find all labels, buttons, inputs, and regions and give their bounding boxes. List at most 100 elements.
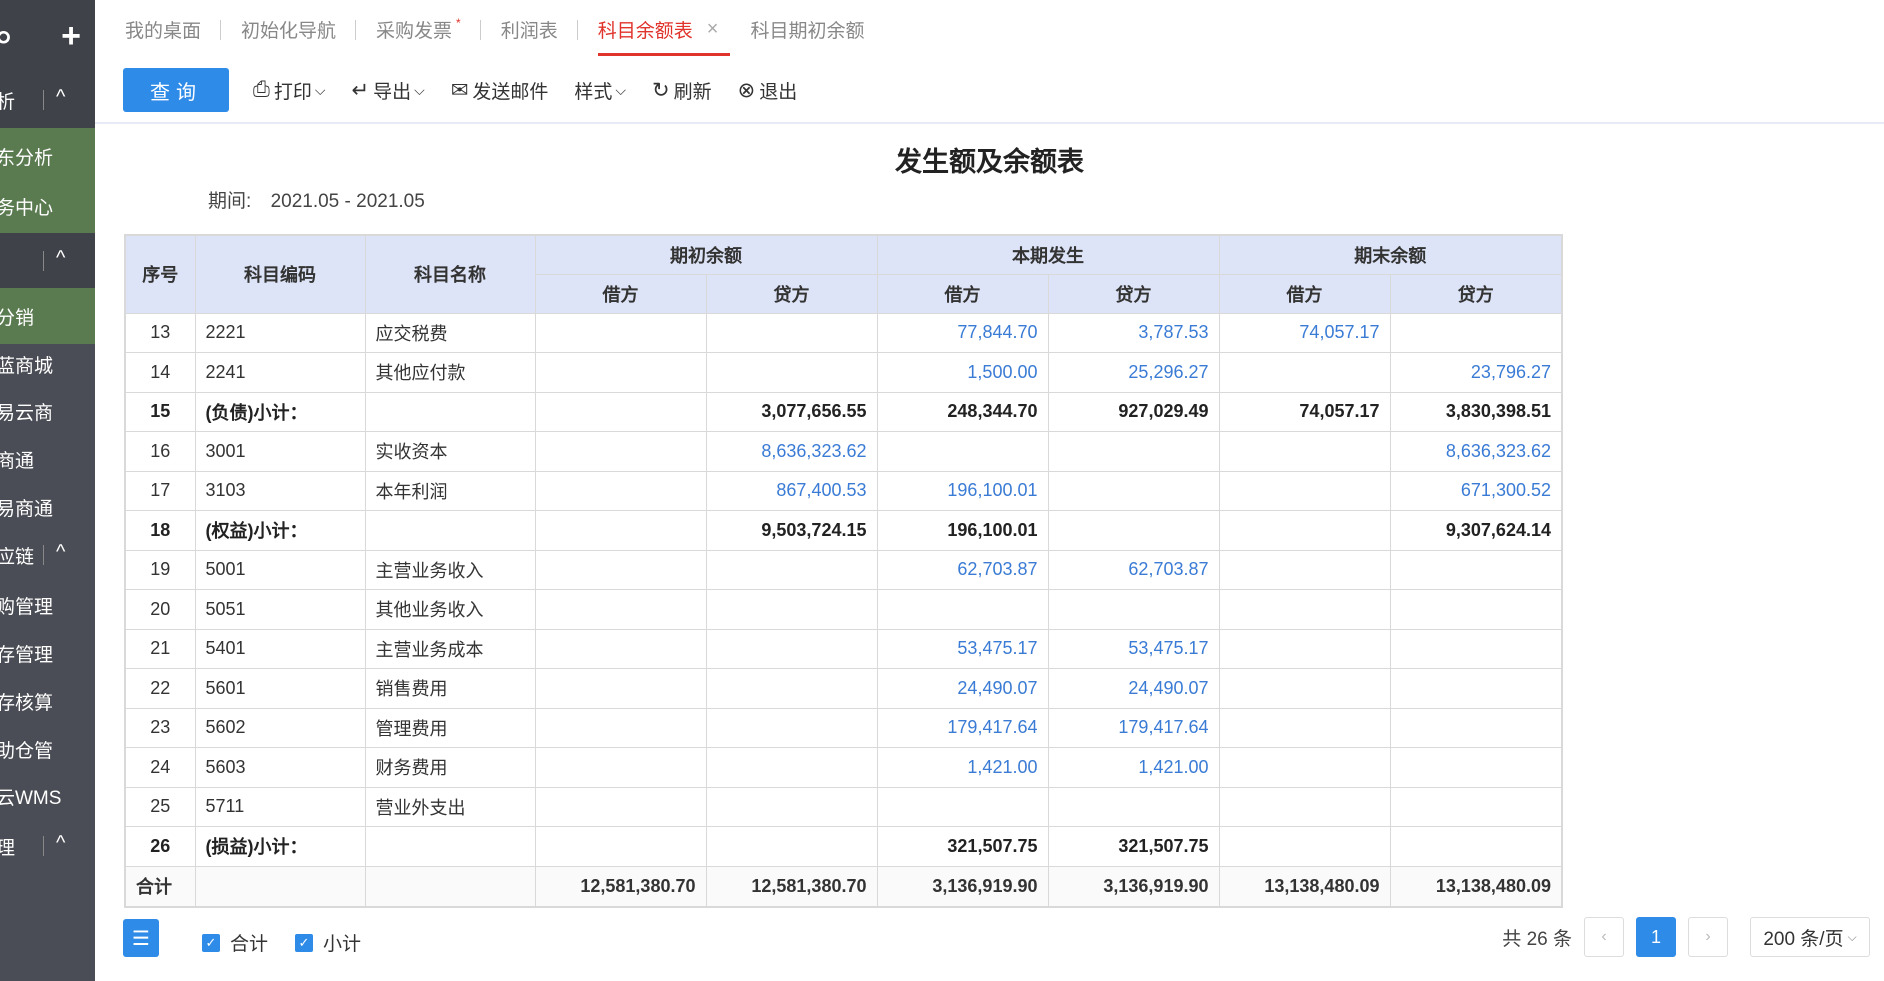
closing-credit-cell: 9,307,624.14 <box>1389 510 1563 551</box>
table-row[interactable]: 26 (损益)小计： 321,507.75 321,507.75 <box>124 826 1563 867</box>
header-closing: 期末余额 <box>1218 234 1563 275</box>
header-opening-debit[interactable]: 借方 <box>534 273 707 314</box>
query-button[interactable]: 查询 <box>123 68 229 112</box>
tab[interactable]: 初始化导航 <box>241 0 357 58</box>
current-debit-cell[interactable]: 24,490.07 <box>876 668 1049 709</box>
close-icon[interactable]: × <box>707 18 719 41</box>
print-label: 打印 <box>273 81 312 103</box>
header-current-credit[interactable]: 贷方 <box>1047 273 1220 314</box>
closing-debit-cell[interactable]: 74,057.17 <box>1218 312 1391 353</box>
sidebar-item[interactable]: 析 ^ <box>0 72 95 128</box>
header-code[interactable]: 科目编码 <box>194 234 366 314</box>
record-count: 共 26 条 <box>1502 928 1572 950</box>
exit-button[interactable]: ⊗ 退出 <box>738 77 798 104</box>
header-closing-credit[interactable]: 贷方 <box>1389 273 1563 314</box>
header-current-debit[interactable]: 借方 <box>876 273 1049 314</box>
current-credit-cell[interactable]: 25,296.27 <box>1047 352 1220 393</box>
sidebar-item-label: 助仓管 <box>0 740 54 762</box>
table-row[interactable]: 15 (负债)小计： 3,077,656.55 248,344.70 927,029.4… <box>124 391 1563 432</box>
total-opening-credit: 12,581,380.70 <box>705 865 878 908</box>
current-credit-cell[interactable]: 62,703.87 <box>1047 549 1220 590</box>
prev-page-button[interactable]: ‹ <box>1584 917 1624 957</box>
table-row[interactable]: 21 5401 主营业务成本 53,475.17 53,475.17 <box>124 628 1563 669</box>
page-size-select[interactable]: 200 条/页 ⌵ <box>1750 917 1870 957</box>
search-icon[interactable]: ⌕ <box>0 19 13 53</box>
refresh-button[interactable]: ↻ 刷新 <box>652 77 712 104</box>
toolbar: 查询 ⎙ 打印 ⌵ ↵ 导出 ⌵ ✉ 发送邮件 样式 ⌵ ↻ 刷新 ⊗ 退出 <box>95 58 1884 124</box>
total-closing-credit: 13,138,480.09 <box>1389 865 1563 908</box>
sidebar-item[interactable]: 务中心 <box>0 178 95 234</box>
opening-credit-cell[interactable]: 8,636,323.62 <box>705 431 878 472</box>
tab[interactable]: 采购发票 * <box>376 0 481 58</box>
total-checkbox[interactable]: ✓ 合计 <box>202 929 268 956</box>
opening-credit-cell[interactable]: 867,400.53 <box>705 470 878 511</box>
column-settings-icon[interactable]: ☰ <box>123 919 159 957</box>
header-index[interactable]: 序号 <box>124 234 196 314</box>
table-row[interactable]: 20 5051 其他业务收入 <box>124 589 1563 630</box>
chevron-up-icon[interactable]: ^ <box>56 247 65 270</box>
current-debit-cell[interactable]: 62,703.87 <box>876 549 1049 590</box>
closing-credit-cell[interactable]: 8,636,323.62 <box>1389 431 1563 472</box>
app-window: ⌕ + 析 ^ 东分析 务中心 ^ 分销 蓝商城 易云商 商通 易商通 应链 ^ 购管理 存管理 存核算 助仓… <box>0 0 1884 981</box>
send-mail-button[interactable]: ✉ 发送邮件 <box>451 77 549 104</box>
subtotal-checkbox[interactable]: ✓ 小计 <box>295 929 361 956</box>
header-name[interactable]: 科目名称 <box>364 234 536 314</box>
total-current-debit: 3,136,919.90 <box>876 865 1049 908</box>
table-row[interactable]: 25 5711 营业外支出 <box>124 786 1563 827</box>
current-credit-cell[interactable]: 3,787.53 <box>1047 312 1220 353</box>
total-checkbox-label: 合计 <box>230 934 269 955</box>
table-row[interactable]: 23 5602 管理费用 179,417.64 179,417.64 <box>124 707 1563 748</box>
tab[interactable]: 利润表 <box>501 0 578 58</box>
row-index-cell: 21 <box>124 628 196 669</box>
closing-credit-cell[interactable]: 23,796.27 <box>1389 352 1563 393</box>
page-number-button[interactable]: 1 <box>1636 917 1676 957</box>
current-credit-cell[interactable]: 24,490.07 <box>1047 668 1220 709</box>
sidebar-item[interactable]: 应链 ^ <box>0 527 95 583</box>
current-credit-cell[interactable]: 179,417.64 <box>1047 707 1220 748</box>
current-debit-cell[interactable]: 53,475.17 <box>876 628 1049 669</box>
sidebar-item-label: 存管理 <box>0 644 54 666</box>
sidebar-item-label: 应链 <box>0 546 35 568</box>
current-debit-cell[interactable]: 1,421.00 <box>876 747 1049 788</box>
sidebar-item[interactable]: 云WMS <box>0 768 95 824</box>
current-debit-cell[interactable]: 77,844.70 <box>876 312 1049 353</box>
sidebar-item[interactable]: 理 ^ <box>0 818 95 874</box>
export-button[interactable]: ↵ 导出 ⌵ <box>351 77 424 104</box>
table-row[interactable]: 14 2241 其他应付款 1,500.00 25,296.27 23,796.27 <box>124 352 1563 393</box>
table-row[interactable]: 16 3001 实收资本 8,636,323.62 8,636,323.62 <box>124 431 1563 472</box>
tab[interactable]: 科目余额表 × <box>597 6 731 56</box>
table-row[interactable]: 24 5603 财务费用 1,421.00 1,421.00 <box>124 747 1563 788</box>
plus-icon[interactable]: + <box>61 19 81 53</box>
sidebar-item[interactable]: 东分析 <box>0 128 95 184</box>
current-debit-cell[interactable]: 196,100.01 <box>876 470 1049 511</box>
table-row[interactable]: 13 2221 应交税费 77,844.70 3,787.53 74,057.17 <box>124 312 1563 353</box>
chevron-up-icon[interactable]: ^ <box>56 832 65 855</box>
current-debit-cell[interactable]: 179,417.64 <box>876 707 1049 748</box>
print-button[interactable]: ⎙ 打印 ⌵ <box>253 77 325 104</box>
table-row[interactable]: 19 5001 主营业务收入 62,703.87 62,703.87 <box>124 549 1563 590</box>
report-title: 发生额及余额表 <box>895 147 1084 177</box>
table-row[interactable]: 22 5601 销售费用 24,490.07 24,490.07 <box>124 668 1563 709</box>
closing-credit-cell <box>1389 549 1563 590</box>
opening-credit-cell: 9,503,724.15 <box>705 510 878 551</box>
current-credit-cell[interactable]: 53,475.17 <box>1047 628 1220 669</box>
header-opening-credit[interactable]: 贷方 <box>705 273 878 314</box>
style-dropdown[interactable]: 样式 ⌵ <box>574 77 626 104</box>
sidebar-item[interactable]: ^ <box>0 233 95 289</box>
opening-debit-cell <box>534 391 707 432</box>
account-name-cell: 应交税费 <box>364 312 536 353</box>
tab[interactable]: 科目期初余额 <box>750 0 884 58</box>
table-row[interactable]: 17 3103 本年利润 867,400.53 196,100.01 671,300.52 <box>124 470 1563 511</box>
chevron-up-icon[interactable]: ^ <box>56 541 65 564</box>
header-closing-debit[interactable]: 借方 <box>1218 273 1391 314</box>
opening-debit-cell <box>534 747 707 788</box>
closing-credit-cell[interactable]: 671,300.52 <box>1389 470 1563 511</box>
tab[interactable]: 我的桌面 <box>125 0 222 58</box>
chevron-up-icon[interactable]: ^ <box>56 86 65 109</box>
next-page-button[interactable]: › <box>1688 917 1728 957</box>
table-row[interactable]: 18 (权益)小计： 9,503,724.15 196,100.01 9,307,624… <box>124 510 1563 551</box>
opening-credit-cell <box>705 549 878 590</box>
row-index-cell: 26 <box>124 826 196 867</box>
current-debit-cell[interactable]: 1,500.00 <box>876 352 1049 393</box>
current-credit-cell[interactable]: 1,421.00 <box>1047 747 1220 788</box>
